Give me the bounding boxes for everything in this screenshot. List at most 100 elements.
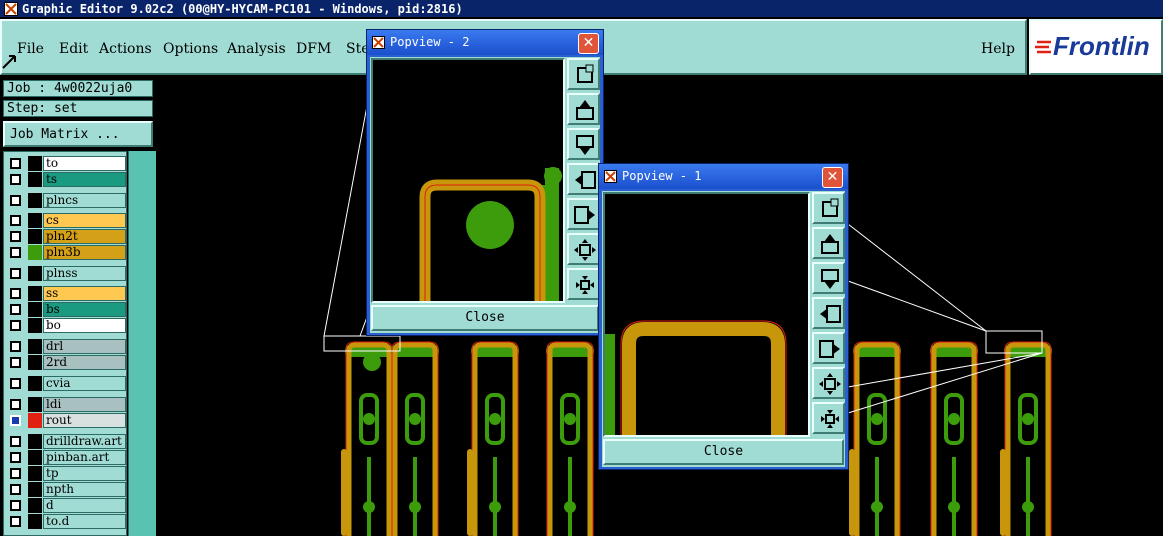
layer-color-swatch[interactable] (28, 229, 42, 244)
menu-edit[interactable]: Edit (59, 41, 88, 57)
layer-color-swatch[interactable] (28, 466, 42, 481)
layer-name[interactable]: cs (43, 213, 126, 228)
layer-color-swatch[interactable] (28, 245, 42, 260)
pan-left-button[interactable] (567, 163, 600, 195)
popview-1-window[interactable]: Popview - 1 ✕ Close (598, 163, 849, 470)
layer-row-bo[interactable]: bo (6, 318, 126, 333)
layer-visibility-checkbox[interactable] (10, 452, 21, 463)
layer-row-tp[interactable]: tp (6, 466, 126, 481)
layer-color-swatch[interactable] (28, 376, 42, 391)
layer-name[interactable]: to.d (43, 514, 126, 529)
layer-visibility-checkbox[interactable] (10, 174, 21, 185)
zoom-out-button[interactable] (567, 268, 600, 300)
menu-analysis[interactable]: Analysis (227, 41, 286, 57)
layer-color-swatch[interactable] (28, 482, 42, 497)
layer-name[interactable]: to (43, 156, 126, 171)
layer-visibility-checkbox[interactable] (10, 247, 21, 258)
zoom-fit-button[interactable] (567, 58, 600, 90)
layer-name[interactable]: pln2t (43, 229, 126, 244)
layer-color-swatch[interactable] (28, 339, 42, 354)
layer-row-rout[interactable]: rout (6, 413, 126, 428)
layer-color-swatch[interactable] (28, 514, 42, 529)
job-matrix-button[interactable]: Job Matrix ... (3, 121, 153, 147)
layer-row-d[interactable]: d (6, 498, 126, 513)
pan-up-button[interactable] (812, 227, 845, 259)
layer-visibility-checkbox[interactable] (10, 304, 21, 315)
layer-name[interactable]: pinban.art (43, 450, 126, 465)
layer-row-plncs[interactable]: plncs (6, 193, 126, 208)
popview-1-close-button[interactable]: Close (603, 439, 844, 465)
menu-file[interactable]: File (17, 41, 44, 57)
layer-row-bs[interactable]: bs (6, 302, 126, 317)
layer-row-npth[interactable]: npth (6, 482, 126, 497)
layer-color-swatch[interactable] (28, 318, 42, 333)
popview-1-view[interactable] (603, 192, 810, 437)
layer-visibility-checkbox[interactable] (10, 357, 21, 368)
layer-row-plnss[interactable]: plnss (6, 266, 126, 281)
layer-visibility-checkbox[interactable] (10, 215, 21, 226)
layer-color-swatch[interactable] (28, 498, 42, 513)
layer-visibility-checkbox[interactable] (10, 288, 21, 299)
layer-name[interactable]: ldi (43, 397, 126, 412)
layer-color-swatch[interactable] (28, 286, 42, 301)
popview-2-close-button[interactable]: Close (371, 305, 599, 331)
layer-visibility-checkbox[interactable] (10, 341, 21, 352)
layer-row-pln3b[interactable]: pln3b (6, 245, 126, 260)
layer-color-swatch[interactable] (28, 266, 42, 281)
popview-2-view[interactable] (371, 58, 565, 303)
layer-row-ldi[interactable]: ldi (6, 397, 126, 412)
layer-name[interactable]: bs (43, 302, 126, 317)
menu-actions[interactable]: Actions (99, 41, 152, 57)
layer-row-drilldraw-art[interactable]: drilldraw.art (6, 434, 126, 449)
layer-name[interactable]: ts (43, 172, 126, 187)
layer-row-to-d[interactable]: to.d (6, 514, 126, 529)
pan-right-button[interactable] (812, 332, 845, 364)
popview-1-titlebar[interactable]: Popview - 1 ✕ (599, 164, 848, 189)
layer-name[interactable]: plnss (43, 266, 126, 281)
layer-color-swatch[interactable] (28, 213, 42, 228)
layer-name[interactable]: ss (43, 286, 126, 301)
layer-visibility-checkbox[interactable] (10, 231, 21, 242)
popview-1-close-icon[interactable]: ✕ (822, 167, 843, 188)
layer-visibility-checkbox[interactable] (10, 468, 21, 479)
layer-visibility-checkbox[interactable] (10, 195, 21, 206)
layer-row-cvia[interactable]: cvia (6, 376, 126, 391)
layer-visibility-checkbox[interactable] (10, 516, 21, 527)
layer-color-swatch[interactable] (28, 302, 42, 317)
layer-visibility-checkbox[interactable] (10, 484, 21, 495)
layer-visibility-checkbox[interactable] (10, 436, 21, 447)
layer-name[interactable]: 2rd (43, 355, 126, 370)
layer-row-drl[interactable]: drl (6, 339, 126, 354)
layer-row-ts[interactable]: ts (6, 172, 126, 187)
layer-color-swatch[interactable] (28, 434, 42, 449)
zoom-fit-button[interactable] (812, 192, 845, 224)
layer-name[interactable]: plncs (43, 193, 126, 208)
layer-visibility-checkbox[interactable] (10, 415, 21, 426)
zoom-out-button[interactable] (812, 402, 845, 434)
layer-name[interactable]: tp (43, 466, 126, 481)
layer-row-cs[interactable]: cs (6, 213, 126, 228)
layer-name[interactable]: bo (43, 318, 126, 333)
layer-name[interactable]: npth (43, 482, 126, 497)
layer-row-to[interactable]: to (6, 156, 126, 171)
layer-row-2rd[interactable]: 2rd (6, 355, 126, 370)
popview-2-close-icon[interactable]: ✕ (578, 33, 599, 54)
layer-visibility-checkbox[interactable] (10, 268, 21, 279)
zoom-in-button[interactable] (812, 367, 845, 399)
layer-color-swatch[interactable] (28, 450, 42, 465)
layer-color-swatch[interactable] (28, 193, 42, 208)
pan-left-button[interactable] (812, 297, 845, 329)
layer-row-pinban-art[interactable]: pinban.art (6, 450, 126, 465)
menu-dfm[interactable]: DFM (296, 41, 331, 57)
pan-down-button[interactable] (567, 128, 600, 160)
zoom-in-button[interactable] (567, 233, 600, 265)
pan-up-button[interactable] (567, 93, 600, 125)
layer-name[interactable]: cvia (43, 376, 126, 391)
menu-help[interactable]: Help (981, 41, 1015, 57)
menu-options[interactable]: Options (163, 41, 218, 57)
layer-color-swatch[interactable] (28, 397, 42, 412)
layer-name[interactable]: d (43, 498, 126, 513)
layer-name[interactable]: drilldraw.art (43, 434, 126, 449)
layer-visibility-checkbox[interactable] (10, 399, 21, 410)
layer-visibility-checkbox[interactable] (10, 378, 21, 389)
